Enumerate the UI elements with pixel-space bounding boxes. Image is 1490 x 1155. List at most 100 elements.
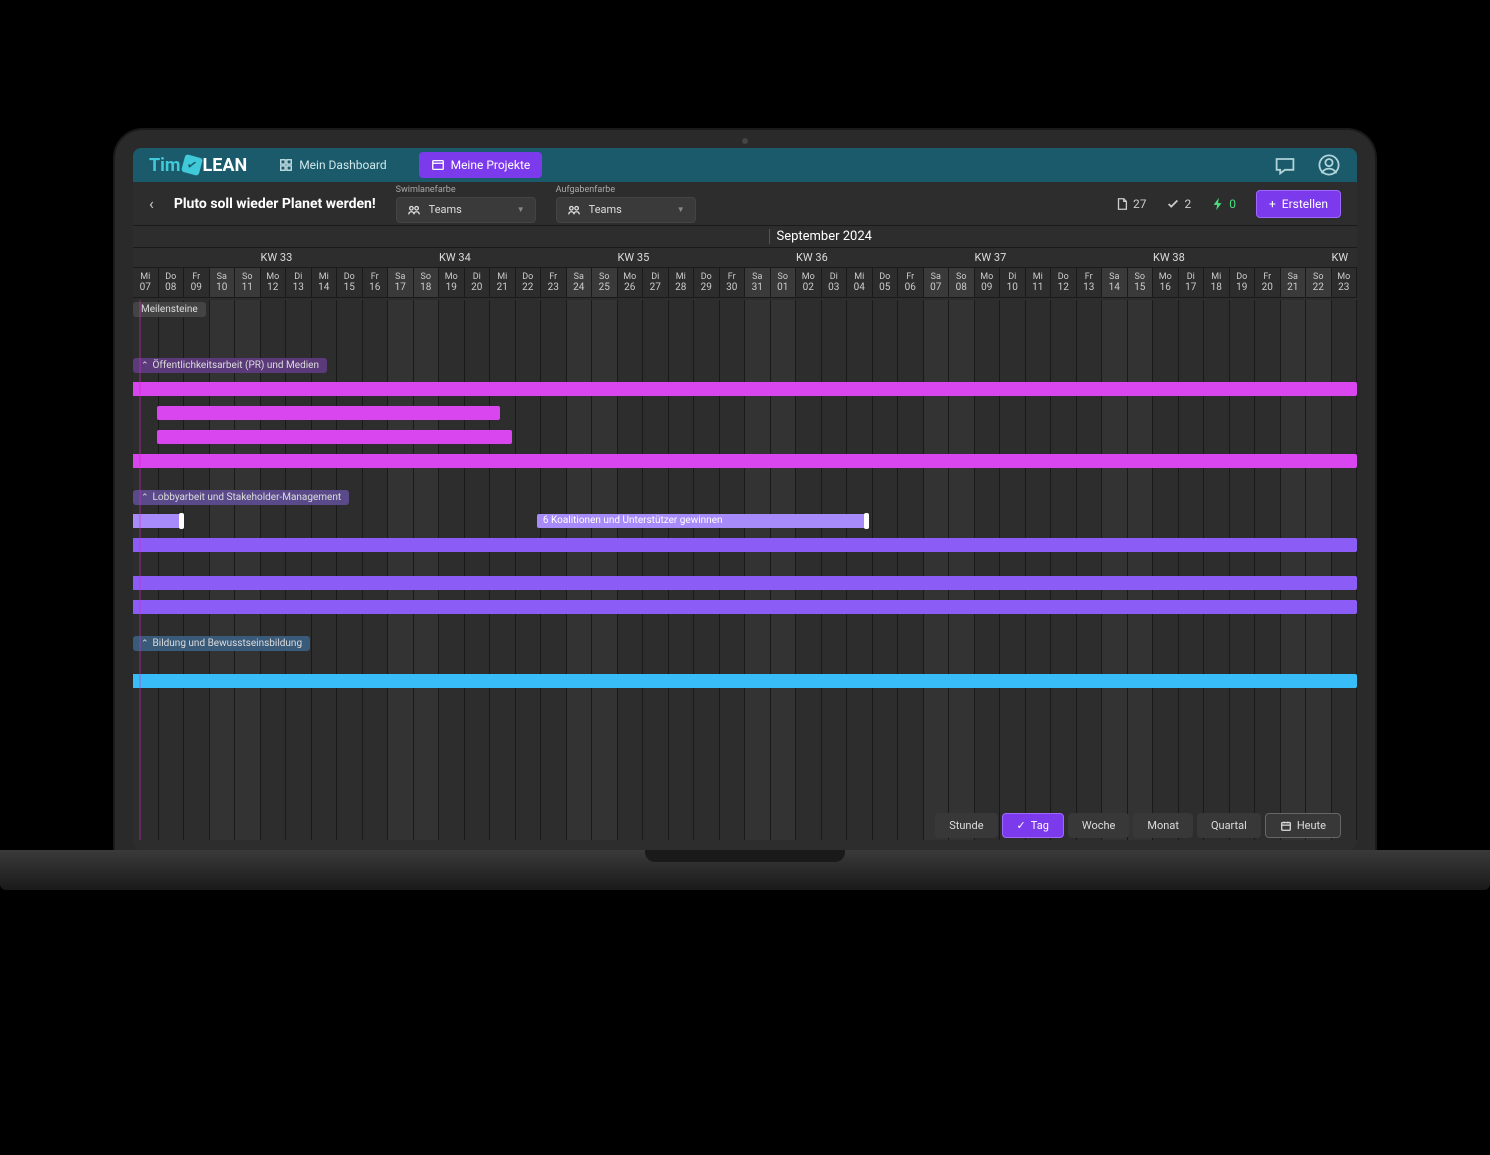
swimlane-bildung[interactable]: ⌃Bildung und Bewusstseinsbildung [133, 634, 1357, 654]
task-bar[interactable] [133, 600, 1357, 614]
view-woche-button[interactable]: Woche [1068, 813, 1130, 838]
day-cell[interactable]: Sa10 [210, 268, 236, 297]
day-cell[interactable]: Do19 [1230, 268, 1256, 297]
day-cell[interactable]: Di17 [1179, 268, 1205, 297]
gantt-row[interactable] [133, 576, 1357, 594]
day-cell[interactable]: Do05 [873, 268, 899, 297]
gantt-row[interactable] [133, 406, 1357, 424]
calendar-icon [1280, 820, 1292, 832]
day-cell[interactable]: Di20 [465, 268, 491, 297]
swimlane-milestones[interactable]: Meilensteine [133, 300, 1357, 320]
task-handle[interactable] [864, 513, 869, 529]
day-cell[interactable]: Fr16 [363, 268, 389, 297]
task-color-dropdown[interactable]: Teams [556, 197, 696, 223]
task-bar[interactable] [157, 406, 500, 420]
day-cell[interactable]: So25 [592, 268, 618, 297]
gantt-row[interactable] [133, 538, 1357, 556]
day-cell[interactable]: Do08 [159, 268, 185, 297]
view-tag-button[interactable]: ✓Tag [1002, 813, 1064, 838]
gantt-row[interactable] [133, 600, 1357, 618]
day-cell[interactable]: Mo23 [1332, 268, 1358, 297]
day-cell[interactable]: Sa07 [924, 268, 950, 297]
create-button[interactable]: +Erstellen [1256, 190, 1341, 218]
gantt-row[interactable] [133, 674, 1357, 692]
day-cell[interactable]: Do12 [1051, 268, 1077, 297]
bolts-count[interactable]: 0 [1211, 197, 1236, 211]
nav-dashboard[interactable]: Mein Dashboard [267, 152, 398, 178]
day-cell[interactable]: Mo02 [796, 268, 822, 297]
day-cell[interactable]: Do29 [694, 268, 720, 297]
day-cell[interactable]: Mi28 [669, 268, 695, 297]
task-bar[interactable] [133, 382, 1357, 396]
checks-count[interactable]: 2 [1166, 197, 1191, 211]
day-cell[interactable]: Fr30 [720, 268, 746, 297]
day-cell[interactable]: Mi18 [1204, 268, 1230, 297]
day-cell[interactable]: Sa14 [1102, 268, 1128, 297]
task-bar[interactable] [133, 576, 1357, 590]
day-cell[interactable]: Do22 [516, 268, 542, 297]
day-cell[interactable]: Fr13 [1077, 268, 1103, 297]
docs-count[interactable]: 27 [1115, 197, 1147, 211]
gantt-row[interactable] [133, 454, 1357, 472]
chat-icon[interactable] [1273, 153, 1297, 177]
day-cell[interactable]: Mo19 [439, 268, 465, 297]
swimlane-color-group: Swimlanefarbe Teams [396, 185, 536, 223]
gantt-body[interactable]: Meilensteine ⌃Öffentlichkeitsarbeit (PR)… [133, 300, 1357, 840]
task-bar[interactable] [133, 538, 1357, 552]
swimlane-pr[interactable]: ⌃Öffentlichkeitsarbeit (PR) und Medien [133, 356, 1357, 376]
gantt-row[interactable]: 6 Koalitionen und Unterstützer gewinnen [133, 514, 1357, 532]
user-avatar-icon[interactable] [1317, 153, 1341, 177]
today-button[interactable]: Heute [1265, 813, 1341, 838]
app-logo[interactable]: Tim✓LEAN [149, 155, 247, 176]
view-stunde-button[interactable]: Stunde [935, 813, 997, 838]
day-cell[interactable]: Di27 [643, 268, 669, 297]
laptop-frame: Tim✓LEAN Mein Dashboard Meine Projekte ‹… [115, 130, 1375, 850]
day-cell[interactable]: Do15 [337, 268, 363, 297]
day-cell[interactable]: So18 [414, 268, 440, 297]
day-cell[interactable]: Di03 [822, 268, 848, 297]
gantt-row[interactable] [133, 382, 1357, 400]
task-handle[interactable] [179, 513, 184, 529]
day-cell[interactable]: Mo09 [975, 268, 1001, 297]
day-cell[interactable]: So22 [1306, 268, 1332, 297]
day-cell[interactable]: Sa21 [1281, 268, 1307, 297]
day-cell[interactable]: Sa17 [388, 268, 414, 297]
day-cell[interactable]: Mi21 [490, 268, 516, 297]
day-cell[interactable]: Di10 [1000, 268, 1026, 297]
day-cell[interactable]: Mi07 [133, 268, 159, 297]
view-quartal-button[interactable]: Quartal [1197, 813, 1261, 838]
day-cell[interactable]: Mi11 [1026, 268, 1052, 297]
logo-text-1: Tim [149, 155, 181, 176]
view-monat-button[interactable]: Monat [1133, 813, 1193, 838]
nav-projects[interactable]: Meine Projekte [419, 152, 543, 178]
day-cell[interactable]: Mo12 [261, 268, 287, 297]
gantt-rows: Meilensteine ⌃Öffentlichkeitsarbeit (PR)… [133, 300, 1357, 692]
day-cell[interactable]: Sa24 [567, 268, 593, 297]
day-cell[interactable]: Mi04 [847, 268, 873, 297]
day-cell[interactable]: Mi14 [312, 268, 338, 297]
day-cell[interactable]: Mo16 [1153, 268, 1179, 297]
week-label: KW 35 [618, 251, 650, 264]
task-bar[interactable] [157, 430, 512, 444]
day-cell[interactable]: So08 [949, 268, 975, 297]
gantt-row[interactable] [133, 430, 1357, 448]
bolt-icon [1211, 197, 1225, 211]
swimlane-color-dropdown[interactable]: Teams [396, 197, 536, 223]
day-cell[interactable]: Fr20 [1255, 268, 1281, 297]
day-cell[interactable]: So15 [1128, 268, 1154, 297]
day-cell[interactable]: So01 [771, 268, 797, 297]
day-cell[interactable]: Mo26 [618, 268, 644, 297]
day-cell[interactable]: Sa31 [745, 268, 771, 297]
swimlane-lobby[interactable]: ⌃Lobbyarbeit und Stakeholder-Management [133, 488, 1357, 508]
day-cell[interactable]: Fr09 [184, 268, 210, 297]
task-bar-koalitionen[interactable]: 6 Koalitionen und Unterstützer gewinnen [537, 514, 867, 528]
day-cell[interactable]: Di13 [286, 268, 312, 297]
day-cell[interactable]: So11 [235, 268, 261, 297]
back-arrow-icon[interactable]: ‹ [149, 194, 154, 213]
week-header: KW 33KW 34KW 35KW 36KW 37KW 38KW [133, 248, 1357, 268]
day-cell[interactable]: Fr06 [898, 268, 924, 297]
day-cell[interactable]: Fr23 [541, 268, 567, 297]
task-bar[interactable] [133, 454, 1357, 468]
month-header: September 2024 [133, 226, 1357, 248]
task-bar[interactable] [133, 674, 1357, 688]
